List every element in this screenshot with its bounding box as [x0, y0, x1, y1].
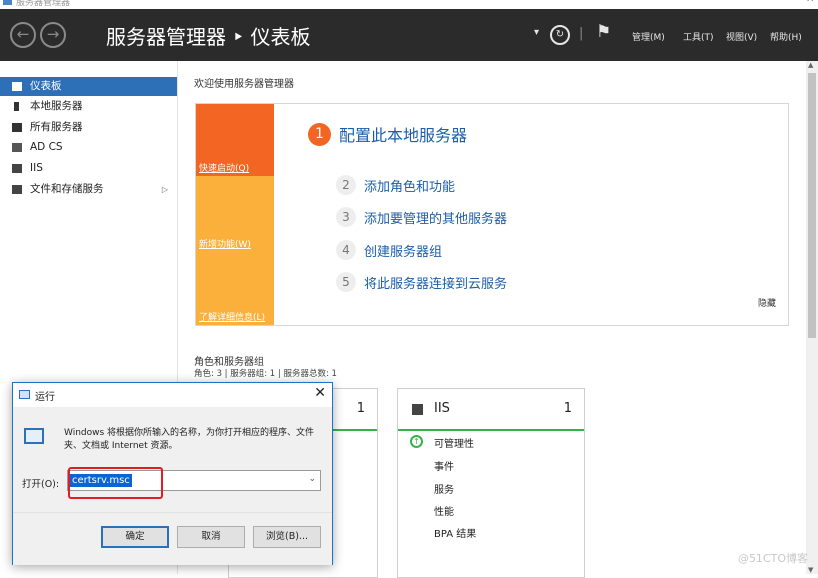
- band-whats-new[interactable]: 新增功能(W): [196, 176, 274, 252]
- close-icon[interactable]: ✕: [314, 385, 326, 401]
- tile-count: 1: [356, 401, 365, 416]
- step-number: 3: [336, 207, 356, 227]
- roles-title: 角色和服务器组: [194, 357, 264, 368]
- step-link[interactable]: 将此服务器连接到云服务: [364, 277, 507, 292]
- sidebar-item-local-server[interactable]: 本地服务器: [0, 97, 177, 116]
- tile-row-manageability[interactable]: 可管理性: [434, 435, 474, 450]
- dialog-titlebar: 运行 ✕: [13, 383, 332, 407]
- role-tile-iis[interactable]: IIS 1 ↑ 可管理性 事件 服务 性能 BPA 结果: [397, 388, 585, 578]
- scroll-down-icon[interactable]: ▼: [808, 566, 813, 574]
- band-label: 快速启动(Q): [199, 164, 250, 174]
- window-title: 服务器管理器: [16, 0, 71, 8]
- expand-arrow-icon[interactable]: ▷: [162, 180, 168, 199]
- sidebar-item-file-storage[interactable]: 文件和存储服务 ▷: [0, 180, 177, 199]
- hide-link[interactable]: 隐藏: [758, 296, 776, 309]
- step-link[interactable]: 配置此本地服务器: [339, 126, 467, 145]
- run-large-icon: [24, 428, 44, 444]
- band-learn-more[interactable]: 了解详细信息(L): [196, 252, 274, 325]
- menu-view[interactable]: 视图(V): [726, 30, 757, 43]
- back-button[interactable]: ←: [10, 22, 36, 48]
- minimize-button[interactable]: ─: [790, 0, 796, 5]
- open-label: 打开(O):: [22, 479, 60, 490]
- servers-icon: [12, 123, 22, 132]
- step-number: 2: [336, 175, 356, 195]
- step-connect-cloud[interactable]: 5 将此服务器连接到云服务: [336, 272, 507, 292]
- tile-row-performance[interactable]: 性能: [434, 503, 454, 518]
- step-link[interactable]: 添加角色和功能: [364, 180, 455, 195]
- menu-tools[interactable]: 工具(T): [683, 30, 714, 43]
- step-create-group[interactable]: 4 创建服务器组: [336, 240, 442, 260]
- scrollbar-thumb[interactable]: [808, 73, 816, 338]
- server-icon: [14, 102, 19, 111]
- step-add-servers[interactable]: 3 添加要管理的其他服务器: [336, 207, 507, 227]
- sidebar-item-iis[interactable]: IIS: [0, 159, 177, 178]
- step-number: 5: [336, 272, 356, 292]
- step-link[interactable]: 添加要管理的其他服务器: [364, 212, 507, 227]
- vertical-scrollbar[interactable]: ▲ ▼: [806, 61, 818, 574]
- iis-icon: [412, 404, 423, 415]
- chevron-down-icon[interactable]: ⌄: [308, 474, 316, 484]
- flag-icon[interactable]: ⚑: [596, 22, 611, 42]
- band-label: 新增功能(W): [199, 240, 251, 250]
- dialog-description: Windows 将根据你所输入的名称，为你打开相应的程序、文件夹、文档或 Int…: [64, 428, 315, 451]
- ok-button[interactable]: 确定: [101, 526, 169, 548]
- menu-help[interactable]: 帮助(H): [770, 30, 802, 43]
- run-dialog: 运行 ✕ Windows 将根据你所输入的名称，为你打开相应的程序、文件夹、文档…: [12, 382, 333, 565]
- separator: |: [579, 26, 584, 41]
- sidebar-item-label: 本地服务器: [30, 100, 83, 112]
- up-arrow-icon: ↑: [410, 435, 423, 448]
- tile-row-bpa[interactable]: BPA 结果: [434, 525, 476, 540]
- sidebar-item-label: AD CS: [30, 141, 63, 153]
- sidebar-item-label: IIS: [30, 162, 43, 174]
- adcs-icon: [12, 143, 22, 152]
- welcome-title: 欢迎使用服务器管理器: [194, 79, 294, 90]
- watermark: @51CTO博客: [737, 552, 808, 565]
- header-bar: ← → 服务器管理器 ‣ 仪表板 ▾ ↻ | ⚑ 管理(M) 工具(T) 视图(…: [0, 9, 818, 61]
- band-label: 了解详细信息(L): [199, 313, 266, 323]
- dashboard-icon: [12, 82, 22, 91]
- sidebar-item-label: 仪表板: [30, 80, 62, 92]
- sidebar-item-adcs[interactable]: AD CS: [0, 138, 177, 157]
- refresh-icon[interactable]: ↻: [550, 25, 570, 45]
- page-title: 服务器管理器 ‣ 仪表板: [106, 25, 311, 49]
- step-add-roles[interactable]: 2 添加角色和功能: [336, 175, 455, 195]
- sidebar-item-all-servers[interactable]: 所有服务器: [0, 118, 177, 137]
- tile-row-services[interactable]: 服务: [434, 481, 454, 496]
- tile-count: 1: [563, 401, 572, 416]
- close-window-button[interactable]: ✕: [806, 0, 814, 5]
- sidebar-item-dashboard[interactable]: 仪表板: [0, 77, 177, 96]
- tile-name: IIS: [434, 401, 450, 416]
- storage-icon: [12, 185, 22, 194]
- browse-button[interactable]: 浏览(B)...: [253, 526, 321, 548]
- dialog-title: 运行: [35, 392, 55, 403]
- step-configure-local-server[interactable]: 1 配置此本地服务器: [308, 122, 467, 146]
- highlight-box: [68, 467, 163, 499]
- scroll-up-icon[interactable]: ▲: [808, 61, 813, 69]
- tile-header: IIS 1: [398, 389, 584, 431]
- quick-start-panel: 快速启动(Q) 新增功能(W) 了解详细信息(L) 1 配置此本地服务器 2 添加角…: [195, 103, 789, 326]
- band-quick-start[interactable]: 快速启动(Q): [196, 104, 274, 176]
- sidebar-item-label: 所有服务器: [30, 121, 83, 133]
- forward-button[interactable]: →: [40, 22, 66, 48]
- step-number: 1: [308, 122, 331, 146]
- roles-summary: 角色: 3 | 服务器组: 1 | 服务器总数: 1: [194, 369, 337, 379]
- chevron-down-icon[interactable]: ▾: [534, 27, 539, 38]
- tile-row-events[interactable]: 事件: [434, 458, 454, 473]
- sidebar-item-label: 文件和存储服务: [30, 183, 104, 195]
- run-icon: [19, 390, 30, 399]
- step-link[interactable]: 创建服务器组: [364, 245, 442, 260]
- window-titlebar: 服务器管理器 ─ ✕: [0, 0, 818, 9]
- app-icon: [3, 0, 12, 5]
- cancel-button[interactable]: 取消: [177, 526, 245, 548]
- step-number: 4: [336, 240, 356, 260]
- iis-icon: [12, 164, 22, 173]
- menu-manage[interactable]: 管理(M): [632, 30, 665, 43]
